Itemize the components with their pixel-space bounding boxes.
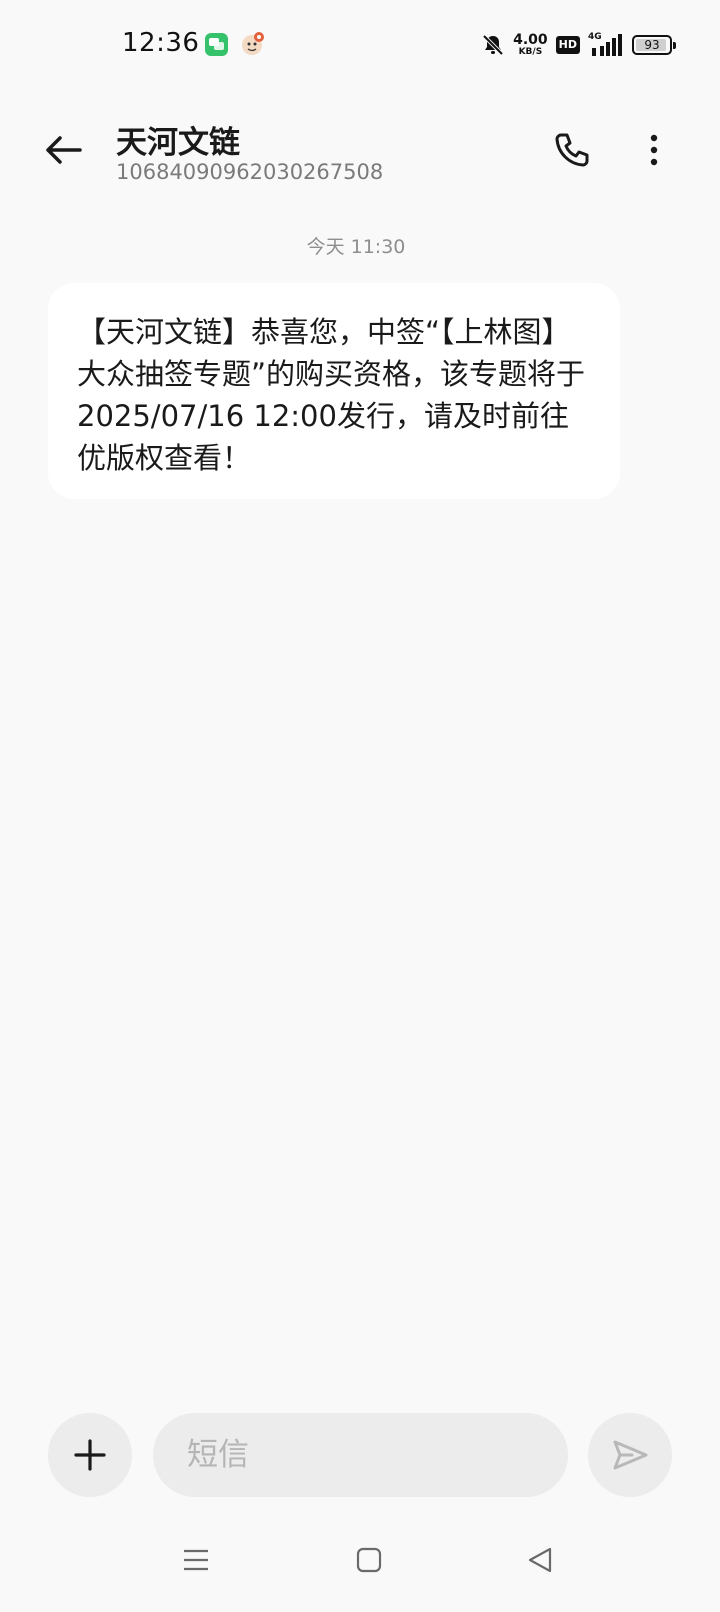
message-text: 【天河文链】恭喜您，中签“【上林图】大众抽签专题”的购买资格，该专题将于2025… xyxy=(77,315,586,475)
more-vertical-icon[interactable] xyxy=(630,126,678,174)
sms-input[interactable] xyxy=(153,1413,568,1497)
menu-icon[interactable] xyxy=(181,1545,211,1575)
date-separator: 今天 11:30 xyxy=(306,236,406,258)
send-button[interactable] xyxy=(588,1413,672,1497)
network-speed-value: 4.00 xyxy=(513,32,548,48)
send-icon xyxy=(613,1440,648,1470)
system-nav-bar xyxy=(0,1535,720,1595)
signal-icon: 4G xyxy=(588,32,624,58)
hd-badge: HD xyxy=(555,36,580,54)
mute-bell-icon xyxy=(481,33,505,57)
home-square-icon[interactable] xyxy=(354,1545,384,1575)
battery-icon: 93 xyxy=(632,35,676,55)
contact-number: 10684090962030267508 xyxy=(116,160,384,184)
network-speed-unit: KB/S xyxy=(518,47,543,57)
contact-name: 天河文链 xyxy=(116,125,240,161)
back-arrow-icon[interactable] xyxy=(40,126,88,174)
status-bar: 12:36 4.00 KB/S HD 4G 93 xyxy=(0,0,720,90)
conversation-header: 天河文链 10684090962030267508 xyxy=(0,100,720,200)
phone-icon[interactable] xyxy=(548,126,596,174)
network-speed: 4.00 KB/S xyxy=(513,33,548,57)
status-indicators: 4.00 KB/S HD 4G 93 xyxy=(481,30,676,60)
battery-cap xyxy=(673,42,676,49)
battery-percent: 93 xyxy=(644,38,660,52)
back-triangle-icon[interactable] xyxy=(525,1545,555,1575)
messaging-screen: 12:36 4.00 KB/S HD 4G 93 天河文链 1068409096… xyxy=(0,0,720,1612)
incoming-message-bubble[interactable]: 【天河文链】恭喜您，中签“【上林图】大众抽签专题”的购买资格，该专题将于2025… xyxy=(48,283,620,499)
status-time: 12:36 xyxy=(122,28,200,58)
plus-icon xyxy=(74,1439,106,1471)
chat-app-icon xyxy=(205,33,228,56)
add-attachment-button[interactable] xyxy=(48,1413,132,1497)
mascot-app-icon xyxy=(240,31,266,57)
